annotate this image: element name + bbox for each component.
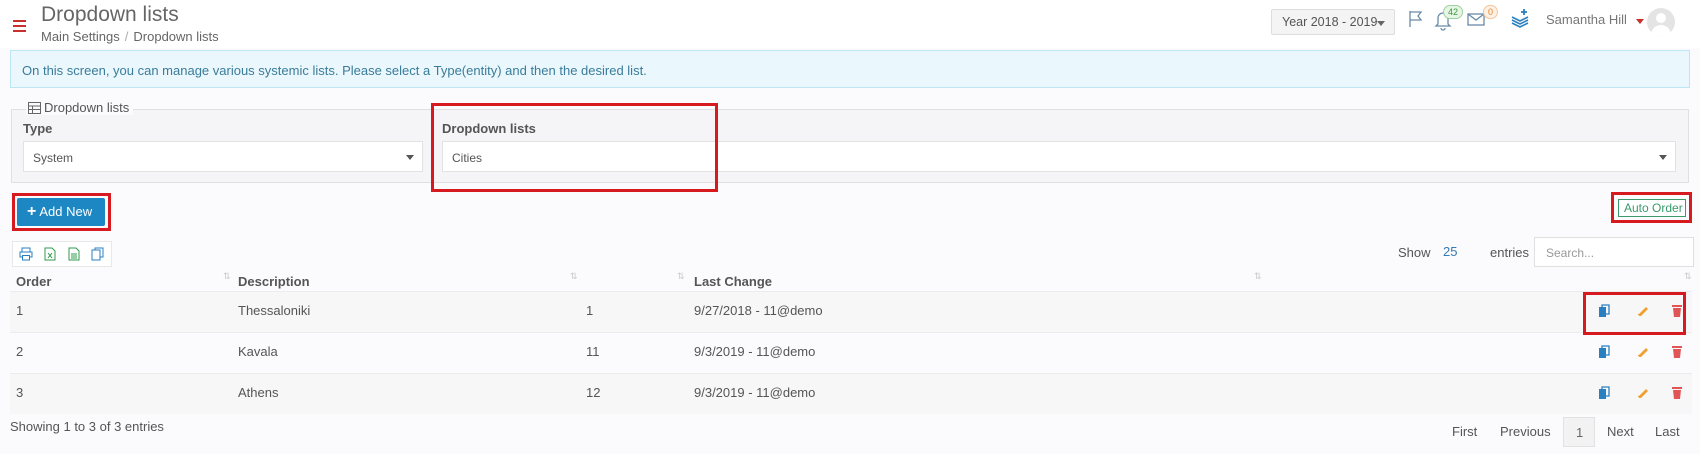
pagination-current-page[interactable]: 1 xyxy=(1563,417,1595,447)
export-toolbar xyxy=(12,241,112,267)
stack-add-icon[interactable] xyxy=(1510,8,1530,31)
dropdown-lists-select[interactable]: Cities xyxy=(442,141,1676,172)
sort-icon[interactable]: ⇅ xyxy=(677,271,684,282)
user-caret-down-icon[interactable] xyxy=(1636,19,1644,24)
sort-icon[interactable]: ⇅ xyxy=(570,271,577,282)
column-header-order[interactable]: Order xyxy=(16,274,51,289)
dropdown-lists-select-value: Cities xyxy=(452,151,483,165)
cell-order: 3 xyxy=(16,385,24,400)
breadcrumb: Main Settings / Dropdown lists xyxy=(41,29,219,44)
info-alert: On this screen, you can manage various s… xyxy=(10,50,1690,88)
cell-description: Athens xyxy=(238,385,279,400)
search-input[interactable]: Search... xyxy=(1534,237,1694,267)
breadcrumb-separator: / xyxy=(124,29,129,44)
table-summary: Showing 1 to 3 of 3 entries xyxy=(10,419,164,434)
year-select-value: Year 2018 - 2019 xyxy=(1282,15,1378,29)
breadcrumb-main-settings[interactable]: Main Settings xyxy=(41,29,120,44)
duplicate-icon[interactable] xyxy=(1598,345,1610,362)
excel-icon[interactable] xyxy=(44,247,56,264)
user-name[interactable]: Samantha Hill xyxy=(1546,12,1627,27)
table-row: 3 Athens 12 9/3/2019 - 11@demo xyxy=(10,373,1692,414)
cell-order: 1 xyxy=(16,303,24,318)
edit-icon[interactable] xyxy=(1637,304,1649,319)
notifications-badge: 42 xyxy=(1443,5,1464,19)
entries-label: entries xyxy=(1490,245,1530,260)
delete-icon[interactable] xyxy=(1671,345,1683,361)
caret-down-icon xyxy=(1659,155,1667,160)
pagination-last[interactable]: Last xyxy=(1655,424,1680,439)
add-new-label: Add New xyxy=(39,204,93,219)
table-icon xyxy=(28,102,41,114)
sort-icon[interactable]: ⇅ xyxy=(1684,271,1691,282)
cell-code: 1 xyxy=(586,303,594,318)
cell-last-change: 9/3/2019 - 11@demo xyxy=(694,385,816,400)
menu-icon[interactable] xyxy=(13,20,26,32)
filter-legend: Dropdown lists xyxy=(26,100,134,115)
auto-order-button[interactable]: Auto Order xyxy=(1618,199,1686,217)
pagination-next[interactable]: Next xyxy=(1607,424,1634,439)
cell-last-change: 9/27/2018 - 11@demo xyxy=(694,303,823,318)
cell-order: 2 xyxy=(16,344,24,359)
breadcrumb-current: Dropdown lists xyxy=(133,29,219,44)
print-icon[interactable] xyxy=(19,247,33,264)
top-header: Dropdown lists Main Settings / Dropdown li… xyxy=(0,0,1700,48)
avatar[interactable] xyxy=(1647,8,1675,36)
table-row: 1 Thessaloniki 1 9/27/2018 - 11@demo xyxy=(10,291,1692,332)
cell-code: 12 xyxy=(586,385,601,400)
dropdown-lists-label: Dropdown lists xyxy=(442,121,536,136)
delete-icon[interactable] xyxy=(1671,386,1683,402)
messages-badge: 0 xyxy=(1483,5,1499,19)
pagination-first[interactable]: First xyxy=(1452,424,1477,439)
page-title: Dropdown lists xyxy=(41,3,179,26)
caret-down-icon xyxy=(1377,21,1385,26)
sort-icon[interactable]: ⇅ xyxy=(1254,271,1261,282)
cell-last-change: 9/3/2019 - 11@demo xyxy=(694,344,816,359)
column-header-last-change[interactable]: Last Change xyxy=(694,274,772,289)
sort-icon[interactable]: ⇅ xyxy=(223,271,230,282)
type-label: Type xyxy=(23,121,53,136)
cell-description: Kavala xyxy=(238,344,278,359)
cell-code: 11 xyxy=(586,344,600,359)
edit-icon[interactable] xyxy=(1637,345,1649,360)
duplicate-icon[interactable] xyxy=(1598,386,1610,403)
table-row: 2 Kavala 11 9/3/2019 - 11@demo xyxy=(10,332,1692,373)
csv-icon[interactable] xyxy=(68,247,80,264)
table-header: Order ⇅ Description ⇅ ⇅ Last Change ⇅ ⇅ xyxy=(10,269,1692,291)
filter-legend-label: Dropdown lists xyxy=(44,100,130,115)
duplicate-icon[interactable] xyxy=(1598,304,1610,321)
delete-icon[interactable] xyxy=(1671,304,1683,320)
type-select-value: System xyxy=(33,151,74,165)
cell-description: Thessaloniki xyxy=(238,303,311,318)
caret-down-icon xyxy=(406,155,414,160)
plus-icon: + xyxy=(27,203,37,220)
add-new-button[interactable]: + Add New xyxy=(17,198,105,226)
show-label: Show xyxy=(1398,245,1431,260)
copy-icon[interactable] xyxy=(91,247,104,264)
page-size-select[interactable]: 25 xyxy=(1443,244,1457,259)
column-header-description[interactable]: Description xyxy=(238,274,310,289)
type-select[interactable]: System xyxy=(23,141,423,172)
flag-icon[interactable] xyxy=(1407,9,1425,32)
edit-icon[interactable] xyxy=(1637,386,1649,401)
pagination-previous[interactable]: Previous xyxy=(1500,424,1551,439)
year-select[interactable]: Year 2018 - 2019 xyxy=(1271,9,1395,35)
